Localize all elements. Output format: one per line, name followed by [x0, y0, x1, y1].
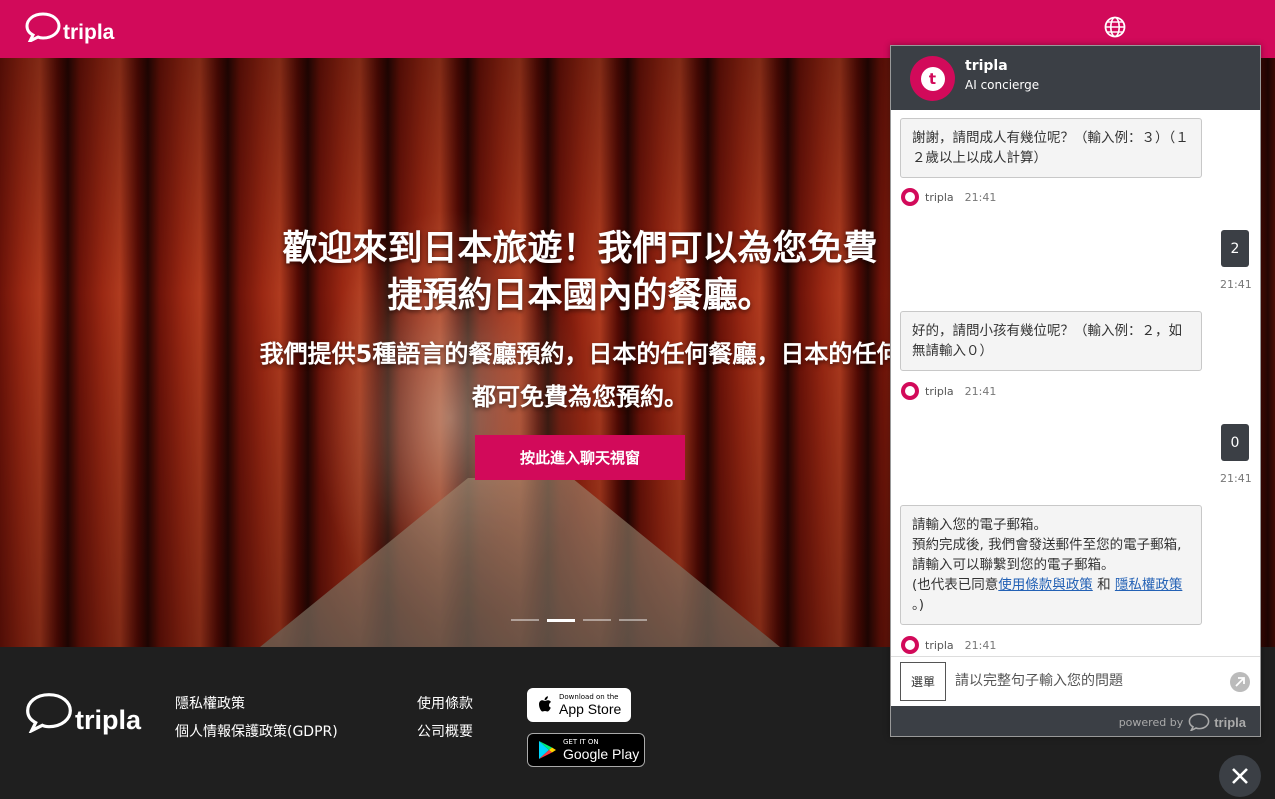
bot-sender: tripla [925, 638, 954, 652]
consent-suffix: 。) [912, 597, 925, 613]
speech-bubble-icon [26, 692, 72, 733]
terms-link[interactable]: 使用條款與政策 [998, 577, 1093, 593]
chat-footer: powered by tripla [891, 706, 1260, 736]
speech-bubble-icon [1188, 713, 1210, 731]
chat-input-bar: 選單 [891, 656, 1260, 706]
consent-text: (也代表已同意使用條款與政策 和 隱私權政策 。) [912, 575, 1190, 615]
terms-of-use-link[interactable]: 使用條款 [417, 693, 473, 713]
bot-mini-avatar-icon [901, 188, 919, 206]
consent-prefix: (也代表已同意 [912, 577, 999, 593]
chat-message-input[interactable] [955, 669, 1225, 693]
bot-message: 謝謝，請問成人有幾位呢？（輸入例：３）（１２歲以上以成人計算） [900, 118, 1202, 178]
user-message: 2 [1221, 230, 1249, 267]
privacy-link[interactable]: 隱私權政策 [1115, 577, 1183, 593]
powered-by-brand: tripla [1214, 714, 1246, 730]
consent-mid: 和 [1092, 577, 1115, 593]
privacy-policy-link[interactable]: 隱私權政策 [175, 693, 245, 713]
bot-message-meta: tripla 21:41 [901, 636, 996, 654]
globe-icon[interactable] [1104, 16, 1126, 38]
hero-subtitle-line-2: 都可免費為您預約。 [472, 383, 688, 411]
user-message: 0 [1221, 424, 1249, 461]
powered-by-label: powered by [1118, 715, 1184, 729]
message-time: 21:41 [964, 384, 997, 398]
menu-button[interactable]: 選單 [900, 662, 946, 701]
footer-logo-text: tripla [75, 705, 142, 735]
apple-icon [539, 696, 551, 712]
google-play-big-text: Google Play [563, 746, 640, 762]
chat-header: t tripla AI concierge [891, 46, 1260, 110]
carousel-dot-2[interactable] [547, 619, 575, 622]
send-arrow-icon [1235, 677, 1245, 687]
bot-message: 好的，請問小孩有幾位呢？（輸入例：２，如無請輸入０） [900, 311, 1202, 371]
app-store-badge[interactable]: Download on the App Store [527, 688, 631, 722]
bot-message-email: 請輸入您的電子郵箱。 預約完成後, 我們會發送郵件至您的電子郵箱, 請輸入可以聯… [900, 505, 1202, 625]
chat-messages[interactable]: 謝謝，請問成人有幾位呢？（輸入例：３）（１２歲以上以成人計算） tripla 2… [891, 110, 1260, 656]
bot-mini-avatar-icon [901, 636, 919, 654]
message-time: 21:41 [1220, 472, 1252, 485]
bot-message-meta: tripla 21:41 [901, 382, 996, 400]
bot-message-meta: tripla 21:41 [901, 188, 996, 206]
footer-logo[interactable]: tripla [25, 687, 141, 736]
google-play-icon [539, 741, 556, 759]
close-icon [1232, 768, 1248, 784]
send-button[interactable] [1230, 672, 1250, 692]
app-store-big-text: App Store [559, 701, 622, 717]
tripla-logo[interactable]: tripla [25, 9, 114, 45]
speech-bubble-icon [25, 12, 61, 42]
carousel-dot-3[interactable] [583, 619, 611, 621]
powered-by: powered by tripla [1119, 713, 1246, 731]
google-play-small-text: GET IT ON [563, 738, 599, 746]
message-time: 21:41 [1220, 278, 1252, 291]
email-request-line-1: 請輸入您的電子郵箱。 [912, 517, 1047, 533]
company-overview-link[interactable]: 公司概要 [417, 721, 473, 741]
open-chat-button[interactable]: 按此進入聊天視窗 [475, 435, 685, 480]
carousel-indicators [511, 619, 647, 622]
bot-sender: tripla [925, 384, 954, 398]
bot-mini-avatar-icon [901, 382, 919, 400]
hero-title-line-1: 歡迎來到日本旅遊！我們可以為您免費 [282, 229, 878, 269]
close-chat-button[interactable] [1219, 755, 1261, 797]
chat-widget: t tripla AI concierge 謝謝，請問成人有幾位呢？（輸入例：３… [890, 45, 1261, 737]
hero-title: 歡迎來到日本旅遊！我們可以為您免費 捷預約日本國內的餐廳。 [150, 226, 1010, 320]
carousel-dot-4[interactable] [619, 619, 647, 621]
google-play-badge[interactable]: GET IT ON Google Play [527, 733, 645, 767]
message-time: 21:41 [964, 190, 997, 204]
bot-name: tripla [965, 58, 1008, 74]
bot-role: AI concierge [965, 78, 1040, 92]
bot-sender: tripla [925, 190, 954, 204]
hero-title-line-2: 捷預約日本國內的餐廳。 [387, 276, 773, 316]
carousel-dot-1[interactable] [511, 619, 539, 621]
gdpr-policy-link[interactable]: 個人情報保護政策(GDPR) [175, 721, 338, 741]
hero-subtitle: 我們提供5種語言的餐廳預約，日本的任何餐廳，日本的任何 都可免費為您預約。 [150, 333, 1010, 419]
logo-text: tripla [63, 21, 115, 44]
app-store-small-text: Download on the [559, 693, 619, 701]
hero-subtitle-line-1: 我們提供5種語言的餐廳預約，日本的任何餐廳，日本的任何 [259, 340, 901, 368]
email-request-line-2: 預約完成後, 我們會發送郵件至您的電子郵箱, 請輸入可以聯繫到您的電子郵箱。 [912, 537, 1182, 573]
message-time: 21:41 [964, 638, 997, 652]
tripla-t-icon: t [920, 66, 945, 91]
bot-avatar: t [910, 56, 955, 101]
